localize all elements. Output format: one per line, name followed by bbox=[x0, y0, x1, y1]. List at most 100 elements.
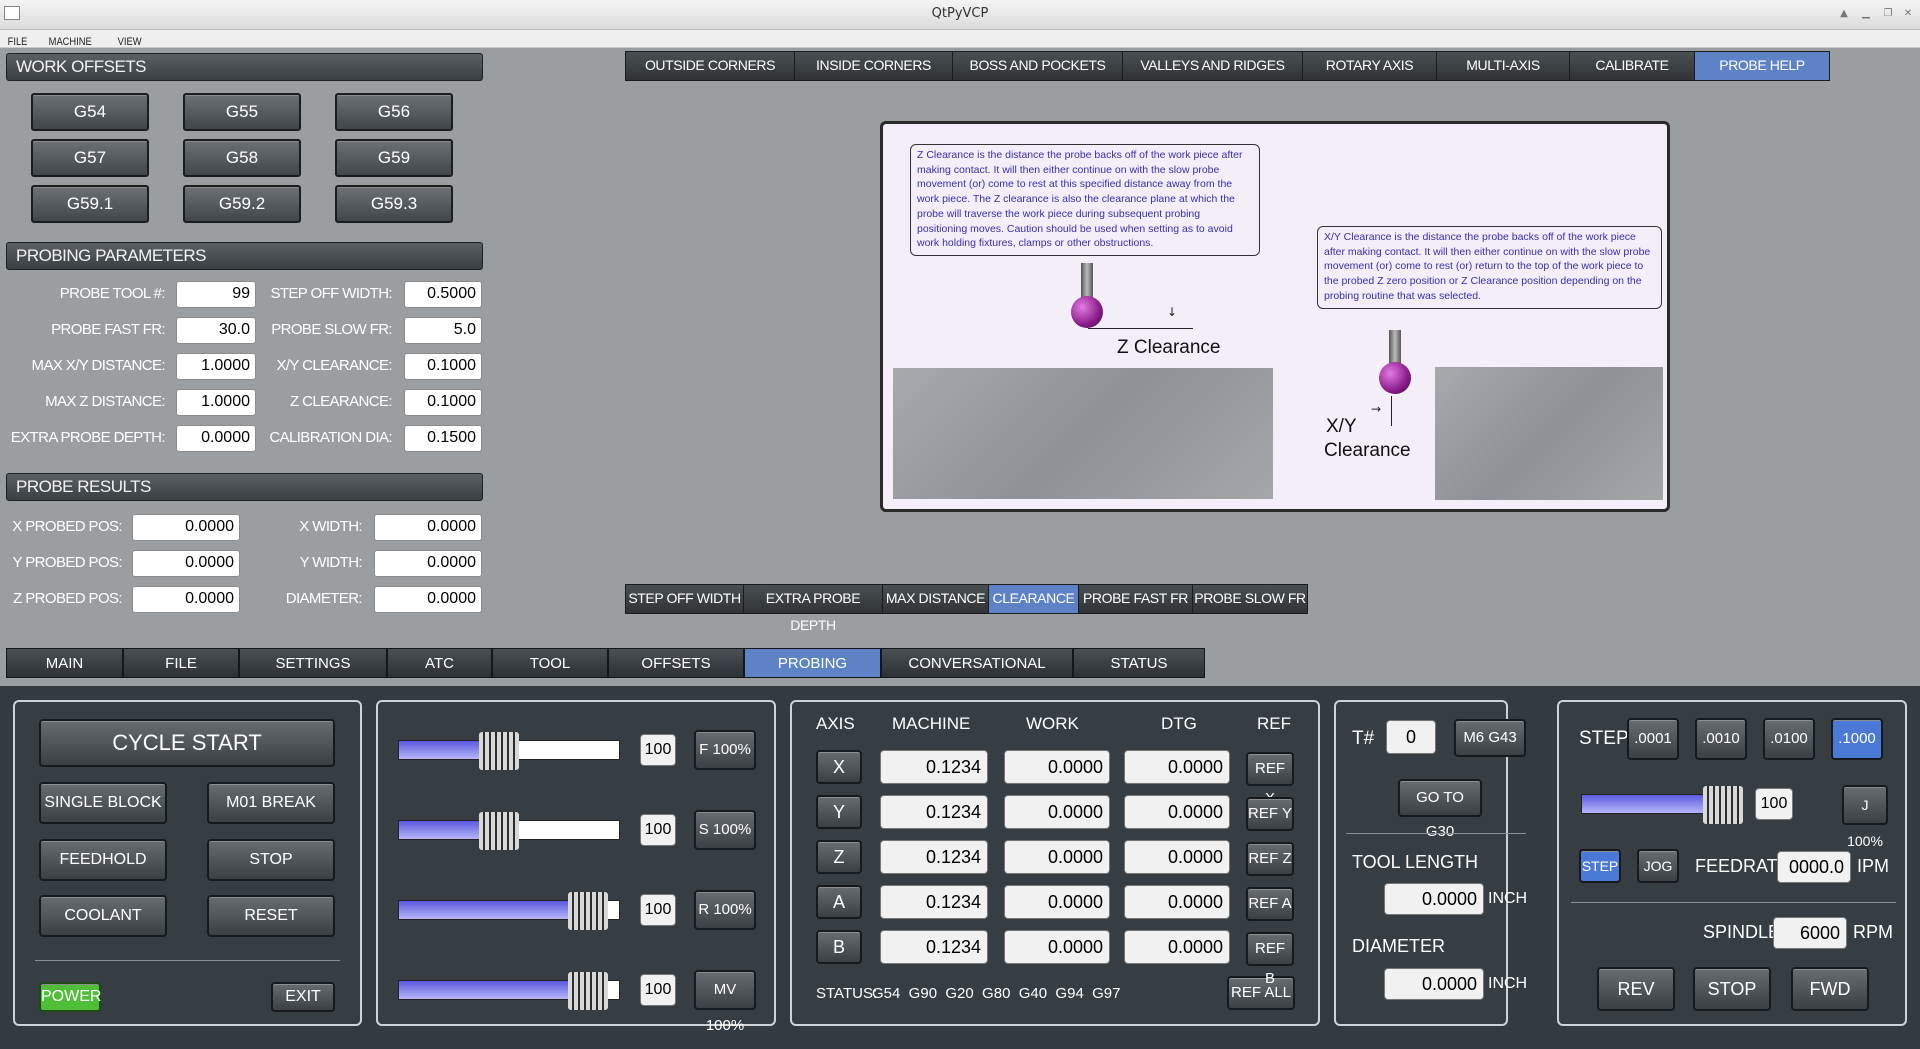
g55-button[interactable]: G55 bbox=[183, 93, 301, 131]
tool-length-field[interactable]: 0.0000 bbox=[1384, 883, 1484, 915]
tab-valleys-and-ridges[interactable]: VALLEYS AND RIDGES bbox=[1123, 52, 1303, 80]
rapid-override-value[interactable]: 100 bbox=[640, 894, 676, 926]
menu-machine[interactable]: MACHINE bbox=[41, 33, 99, 48]
reset-button[interactable]: RESET bbox=[207, 895, 335, 937]
g54-button[interactable]: G54 bbox=[31, 93, 149, 131]
jog-mode-button[interactable]: JOG bbox=[1637, 849, 1679, 883]
tab-file[interactable]: FILE bbox=[123, 648, 239, 678]
ref-y-button[interactable]: REF Y bbox=[1246, 797, 1294, 831]
tab-outside-corners[interactable]: OUTSIDE CORNERS bbox=[626, 52, 795, 80]
minimize-icon[interactable]: ▁ bbox=[1858, 7, 1874, 21]
tab-probe-help[interactable]: PROBE HELP bbox=[1695, 52, 1829, 80]
ref-z-button[interactable]: REF Z bbox=[1246, 842, 1294, 876]
tab-main[interactable]: MAIN bbox=[6, 648, 123, 678]
tab-probe-slow-fr[interactable]: PROBE SLOW FR bbox=[1193, 585, 1307, 613]
max-velocity-override-slider[interactable] bbox=[398, 972, 620, 1010]
window-up-icon[interactable]: ▲ bbox=[1836, 7, 1852, 21]
single-block-button[interactable]: SINGLE BLOCK bbox=[39, 782, 167, 824]
spindle-override-handle[interactable] bbox=[478, 812, 519, 850]
g59-3-button[interactable]: G59.3 bbox=[335, 185, 453, 223]
jog-speed-value[interactable]: 100 bbox=[1755, 788, 1793, 820]
tab-tool[interactable]: TOOL bbox=[492, 648, 608, 678]
tab-step-off-width[interactable]: STEP OFF WIDTH bbox=[626, 585, 744, 613]
tab-inside-corners[interactable]: INSIDE CORNERS bbox=[795, 52, 953, 80]
rapid-override-handle[interactable] bbox=[567, 892, 608, 930]
feedhold-button[interactable]: FEEDHOLD bbox=[39, 839, 167, 881]
jog-speed-handle[interactable] bbox=[1702, 786, 1743, 824]
jog-100-button[interactable]: J 100% bbox=[1842, 785, 1888, 849]
g58-button[interactable]: G58 bbox=[183, 139, 301, 177]
probe-result-field[interactable]: 0.0000 bbox=[374, 550, 482, 577]
feed-override-handle[interactable] bbox=[478, 732, 519, 770]
rapid-override-slider[interactable] bbox=[398, 892, 620, 930]
probe-param-field[interactable]: 0.5000 bbox=[404, 281, 482, 308]
g59-2-button[interactable]: G59.2 bbox=[183, 185, 301, 223]
probe-result-field[interactable]: 0.0000 bbox=[374, 586, 482, 613]
g57-button[interactable]: G57 bbox=[31, 139, 149, 177]
g59-1-button[interactable]: G59.1 bbox=[31, 185, 149, 223]
tab-boss-and-pockets[interactable]: BOSS AND POCKETS bbox=[953, 52, 1123, 80]
probe-param-field[interactable]: 0.1000 bbox=[404, 353, 482, 380]
spindle-stop-button[interactable]: STOP bbox=[1693, 967, 1771, 1011]
maximize-icon[interactable]: ❐ bbox=[1880, 7, 1896, 21]
max-velocity-override-reset-button[interactable]: MV 100% bbox=[694, 970, 756, 1034]
power-button[interactable]: POWER bbox=[39, 982, 101, 1012]
tab-clearance[interactable]: CLEARANCE bbox=[989, 585, 1079, 613]
feed-override-reset-button[interactable]: F 100% bbox=[694, 730, 756, 770]
tab-atc[interactable]: ATC bbox=[387, 648, 492, 678]
probe-result-field[interactable]: 0.0000 bbox=[132, 586, 240, 613]
feed-override-slider[interactable] bbox=[398, 732, 620, 770]
probe-param-field[interactable]: 1.0000 bbox=[176, 389, 256, 416]
tab-multi-axis[interactable]: MULTI-AXIS bbox=[1437, 52, 1570, 80]
cycle-start-button[interactable]: CYCLE START bbox=[39, 719, 335, 767]
probe-param-field[interactable]: 0.1000 bbox=[404, 389, 482, 416]
tab-extra-probe-depth[interactable]: EXTRA PROBE DEPTH bbox=[744, 585, 883, 633]
ref-x-button[interactable]: REF X bbox=[1246, 752, 1294, 807]
tab-conversational[interactable]: CONVERSATIONAL bbox=[881, 648, 1073, 678]
diameter-field[interactable]: 0.0000 bbox=[1384, 968, 1484, 1000]
spindle-rev-button[interactable]: REV bbox=[1597, 967, 1675, 1011]
axis-y-button[interactable]: Y bbox=[816, 795, 862, 829]
max-velocity-override-value[interactable]: 100 bbox=[640, 974, 676, 1006]
max-velocity-override-handle[interactable] bbox=[567, 972, 608, 1010]
spindle-fwd-button[interactable]: FWD bbox=[1791, 967, 1869, 1011]
tab-max-distance[interactable]: MAX DISTANCE bbox=[883, 585, 989, 613]
ref-b-button[interactable]: REF B bbox=[1246, 932, 1294, 987]
m01-break-button[interactable]: M01 BREAK bbox=[207, 782, 335, 824]
menu-file[interactable]: FILE bbox=[0, 33, 35, 48]
tab-probe-fast-fr[interactable]: PROBE FAST FR bbox=[1079, 585, 1193, 613]
tab-rotary-axis[interactable]: ROTARY AXIS bbox=[1303, 52, 1437, 80]
feedrate-field[interactable]: 0000.0 bbox=[1777, 851, 1851, 883]
tool-number-field[interactable]: 0 bbox=[1386, 720, 1436, 754]
jog-speed-slider[interactable] bbox=[1581, 786, 1743, 824]
feed-override-value[interactable]: 100 bbox=[640, 734, 676, 766]
tab-calibrate[interactable]: CALIBRATE bbox=[1570, 52, 1695, 80]
axis-x-button[interactable]: X bbox=[816, 750, 862, 784]
probe-param-field[interactable]: 1.0000 bbox=[176, 353, 256, 380]
g56-button[interactable]: G56 bbox=[335, 93, 453, 131]
probe-param-field[interactable]: 30.0 bbox=[176, 317, 256, 344]
step-mode-button[interactable]: STEP bbox=[1579, 849, 1621, 883]
tab-status[interactable]: STATUS bbox=[1073, 648, 1205, 678]
probe-param-field[interactable]: 0.1500 bbox=[404, 425, 482, 452]
step-1000-button[interactable]: .1000 bbox=[1831, 718, 1883, 760]
spindle-rpm-field[interactable]: 6000 bbox=[1773, 917, 1847, 949]
probe-result-field[interactable]: 0.0000 bbox=[374, 514, 482, 541]
ref-all-button[interactable]: REF ALL bbox=[1227, 976, 1295, 1010]
step-0100-button[interactable]: .0100 bbox=[1763, 718, 1815, 760]
step-0010-button[interactable]: .0010 bbox=[1695, 718, 1747, 760]
exit-button[interactable]: EXIT bbox=[271, 982, 335, 1012]
spindle-override-slider[interactable] bbox=[398, 812, 620, 850]
m6-g43-button[interactable]: M6 G43 bbox=[1454, 719, 1526, 757]
axis-a-button[interactable]: A bbox=[816, 885, 862, 919]
probe-param-field[interactable]: 5.0 bbox=[404, 317, 482, 344]
tab-offsets[interactable]: OFFSETS bbox=[608, 648, 744, 678]
probe-result-field[interactable]: 0.0000 bbox=[132, 550, 240, 577]
g59-button[interactable]: G59 bbox=[335, 139, 453, 177]
axis-z-button[interactable]: Z bbox=[816, 840, 862, 874]
spindle-override-reset-button[interactable]: S 100% bbox=[694, 810, 756, 850]
tab-probing[interactable]: PROBING bbox=[744, 648, 881, 678]
step-0001-button[interactable]: .0001 bbox=[1627, 718, 1679, 760]
go-to-g30-button[interactable]: GO TO G30 bbox=[1398, 779, 1482, 840]
spindle-override-value[interactable]: 100 bbox=[640, 814, 676, 846]
